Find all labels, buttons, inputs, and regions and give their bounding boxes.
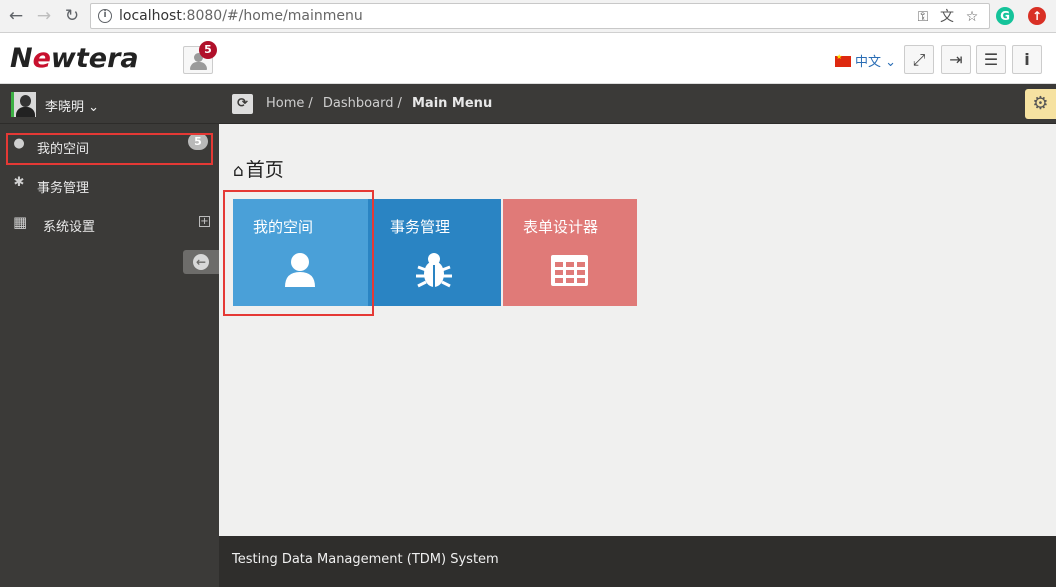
china-flag-icon <box>835 53 851 67</box>
sidebar-item-label: 系统设置 <box>43 220 96 235</box>
highlight-box <box>6 133 213 165</box>
home-icon: ⌂ <box>233 161 244 181</box>
url-text: localhost:8080/#/home/mainmenu <box>119 8 363 24</box>
collapse-sidebar-button[interactable]: ← <box>183 250 219 274</box>
main-content: ⌂ 首页 我的空间 事务管理 表单设计器 <box>219 124 1056 536</box>
key-icon[interactable]: ⚿ <box>914 8 932 26</box>
language-selector[interactable]: 中文 ⌄ <box>835 51 896 70</box>
breadcrumb: Home / Dashboard / Main Menu <box>266 96 493 111</box>
menu-icon[interactable]: ☰ <box>976 45 1006 74</box>
page-title: ⌂ 首页 <box>233 159 284 181</box>
footer-text: Testing Data Management (TDM) System <box>232 552 499 567</box>
info-button-icon[interactable]: i <box>1012 45 1042 74</box>
bug-icon <box>416 253 452 288</box>
forward-arrow-icon[interactable]: → <box>34 6 54 26</box>
star-icon[interactable]: ☆ <box>963 8 981 26</box>
bug-icon: ✱ <box>13 175 25 190</box>
sidebar-item-affairs[interactable]: ✱ 事务管理 <box>0 166 219 202</box>
refresh-icon[interactable]: ⟳ <box>232 94 253 114</box>
arrow-left-icon: ← <box>193 254 209 270</box>
tile-label: 表单设计器 <box>523 218 599 236</box>
expand-icon[interactable]: + <box>199 216 210 227</box>
breadcrumb-dashboard[interactable]: Dashboard <box>323 96 394 111</box>
sidebar-username[interactable]: 李晓明 ⌄ <box>45 96 99 115</box>
highlight-box <box>223 190 374 316</box>
sidebar-item-label: 事务管理 <box>37 181 90 196</box>
upload-icon[interactable]: ↑ <box>1028 7 1046 25</box>
breadcrumb-bar: ⟳ Home / Dashboard / Main Menu ⚙ <box>219 84 1056 124</box>
back-arrow-icon[interactable]: ← <box>6 6 26 26</box>
tile-label: 事务管理 <box>390 218 451 236</box>
fullscreen-icon[interactable]: ⤢ <box>904 45 934 74</box>
app-header: Newtera 5 中文 ⌄ ⤢ ⇥ ☰ i <box>0 33 1056 84</box>
sidebar: 李晓明 ⌄ ● 我的空间 5 ✱ 事务管理 ▦ 系统设置 + ← <box>0 84 219 587</box>
building-icon: ▦ <box>13 213 28 231</box>
breadcrumb-current: Main Menu <box>411 96 493 111</box>
translate-icon[interactable]: 文 <box>938 8 956 26</box>
avatar <box>11 92 36 117</box>
tile-form-designer[interactable]: 表单设计器 <box>503 199 637 306</box>
grammarly-icon[interactable]: G <box>996 7 1014 25</box>
address-bar[interactable]: i localhost:8080/#/home/mainmenu ⚿ 文 ☆ <box>90 3 990 29</box>
footer: Testing Data Management (TDM) System <box>219 536 1056 587</box>
sidebar-user[interactable]: 李晓明 ⌄ <box>0 84 219 124</box>
sidebar-item-settings[interactable]: ▦ 系统设置 + <box>0 205 219 241</box>
info-icon[interactable]: i <box>98 9 112 23</box>
notification-badge: 5 <box>199 41 217 59</box>
breadcrumb-home[interactable]: Home <box>266 96 304 111</box>
reload-icon[interactable]: ↻ <box>62 6 82 26</box>
logout-icon[interactable]: ⇥ <box>941 45 971 74</box>
gear-icon[interactable]: ⚙ <box>1025 89 1056 119</box>
tile-affairs[interactable]: 事务管理 <box>368 199 501 306</box>
browser-toolbar: ← → ↻ i localhost:8080/#/home/mainmenu ⚿… <box>0 0 1056 33</box>
table-icon <box>551 255 588 286</box>
newtera-logo[interactable]: Newtera <box>10 43 139 74</box>
